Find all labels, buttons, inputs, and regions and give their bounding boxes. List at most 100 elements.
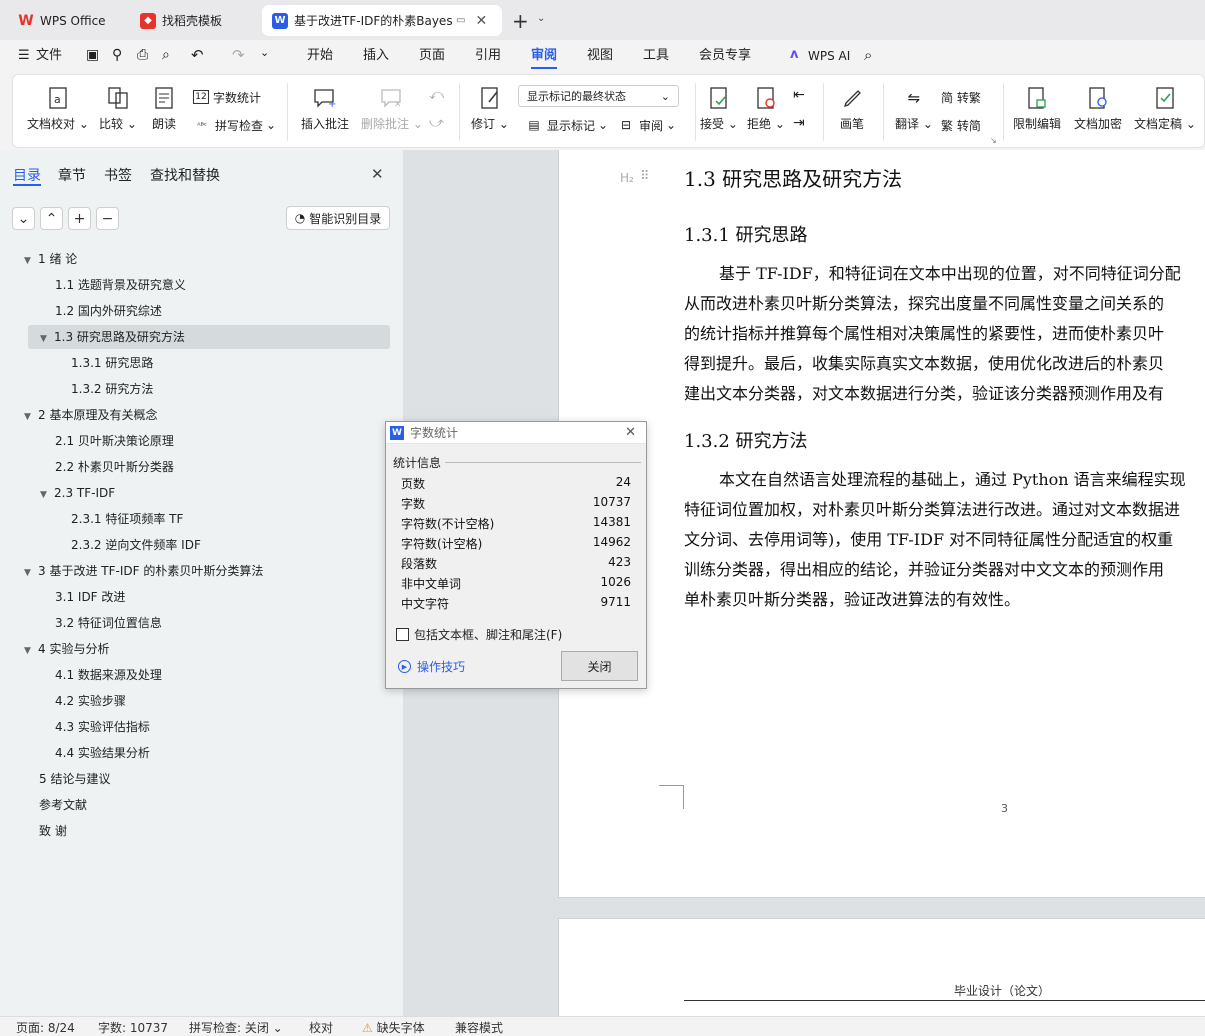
- menu-page[interactable]: 页面: [419, 40, 445, 72]
- toc-item[interactable]: ▼ 3 基于改进 TF-IDF 的朴素贝叶斯分类算法: [24, 559, 263, 583]
- toc-item[interactable]: 1.2 国内外研究综述: [55, 299, 162, 323]
- spell-check-button[interactable]: ᴬᴮᶜ 拼写检查 ⌄: [193, 115, 276, 135]
- toc-item[interactable]: 5 结论与建议: [39, 767, 110, 791]
- compare-button[interactable]: 比较 ⌄: [99, 85, 137, 132]
- menu-wps-ai[interactable]: WPS AI: [808, 40, 850, 72]
- include-textboxes-checkbox[interactable]: 包括文本框、脚注和尾注(F): [396, 626, 562, 643]
- markup-state-select[interactable]: 显示标记的最终状态 ⌄: [518, 85, 679, 107]
- collapse-button[interactable]: ⌄: [12, 207, 35, 230]
- toc-item[interactable]: 2.2 朴素贝叶斯分类器: [55, 455, 174, 479]
- spell-check-status[interactable]: 拼写检查: 关闭 ⌄: [189, 1019, 283, 1036]
- tab-template[interactable]: ◆ 找稻壳模板: [130, 5, 256, 36]
- word-count-label: 字数统计: [213, 90, 262, 105]
- smart-toc-button[interactable]: ◔ 智能识别目录: [286, 206, 390, 230]
- toc-item[interactable]: ▼ 4 实验与分析: [24, 637, 109, 661]
- redo-icon[interactable]: ↷: [232, 46, 245, 64]
- menu-references[interactable]: 引用: [475, 40, 501, 72]
- tab-list-chevron-icon[interactable]: ⌄: [537, 13, 545, 24]
- doc-proof-label: 文档校对: [27, 117, 76, 131]
- tab-wps-office[interactable]: W WPS Office: [8, 5, 124, 36]
- word-count-button[interactable]: 12 字数统计: [193, 87, 261, 107]
- word-count-status[interactable]: 字数: 10737: [98, 1019, 168, 1036]
- missing-font-status[interactable]: ⚠ 缺失字体: [362, 1019, 425, 1036]
- toc-item[interactable]: 1.1 选题背景及研究意义: [55, 273, 186, 297]
- print-icon[interactable]: ⎙: [137, 47, 148, 63]
- encrypt-button[interactable]: 文档加密: [1074, 85, 1122, 132]
- translate-button[interactable]: ⇋ 翻译 ⌄: [895, 85, 933, 132]
- quick-access-chevron-icon[interactable]: ⌄: [260, 46, 269, 59]
- to-simplified-button[interactable]: 繁 转简: [941, 115, 981, 135]
- tips-link[interactable]: ▶ 操作技巧: [398, 658, 465, 675]
- add-heading-button[interactable]: +: [68, 207, 91, 230]
- toc-item[interactable]: 2.3.1 特征项频率 TF: [71, 507, 183, 531]
- tab-toc[interactable]: 目录: [13, 165, 41, 185]
- accept-button[interactable]: 接受 ⌄: [700, 85, 738, 132]
- toc-item[interactable]: 4.3 实验评估指标: [55, 715, 150, 739]
- close-tab-icon[interactable]: ✕: [475, 13, 487, 29]
- document-page[interactable]: H₂ ⠿ 1.3 研究思路及研究方法 1.3.1 研究思路 基于 TF-IDF，…: [558, 150, 1205, 898]
- toc-item-active[interactable]: ▼ 1.3 研究思路及研究方法: [40, 325, 185, 349]
- toc-item[interactable]: ▼ 2 基本原理及有关概念: [24, 403, 157, 427]
- toc-item[interactable]: ▼ 2.3 TF-IDF: [40, 481, 115, 505]
- dialog-titlebar[interactable]: W 字数统计 ✕: [386, 422, 646, 444]
- toc-item[interactable]: 1.3.1 研究思路: [71, 351, 153, 375]
- to-traditional-button[interactable]: 简 转繁: [941, 87, 981, 107]
- review-pane-button[interactable]: ⊟ 审阅 ⌄: [617, 115, 676, 135]
- reject-button[interactable]: 拒绝 ⌄: [747, 85, 785, 132]
- menu-insert[interactable]: 插入: [363, 40, 389, 72]
- toc-item[interactable]: 致 谢: [39, 819, 67, 843]
- toc-item[interactable]: 3.1 IDF 改进: [55, 585, 125, 609]
- stat-label: 页数: [401, 477, 426, 491]
- new-tab-button[interactable]: +: [512, 9, 529, 33]
- checkbox-box[interactable]: [396, 628, 409, 641]
- next-document-page[interactable]: 毕业设计（论文）: [558, 918, 1205, 1016]
- toc-item[interactable]: 参考文献: [39, 793, 87, 817]
- menu-view[interactable]: 视图: [587, 40, 613, 72]
- menu-start[interactable]: 开始: [307, 40, 333, 72]
- prev-comment-icon[interactable]: ⤺: [429, 87, 444, 103]
- toc-item[interactable]: 1.3.2 研究方法: [71, 377, 153, 401]
- undo-icon[interactable]: ↶: [191, 46, 204, 64]
- toc-item[interactable]: 4.4 实验结果分析: [55, 741, 150, 765]
- next-change-icon[interactable]: ⇥: [793, 115, 805, 131]
- revise-button[interactable]: 修订 ⌄: [471, 85, 509, 132]
- page-indicator[interactable]: 页面: 8/24: [16, 1019, 75, 1036]
- close-button[interactable]: 关闭: [561, 651, 638, 681]
- read-aloud-button[interactable]: 朗读: [151, 85, 177, 132]
- close-icon[interactable]: ✕: [371, 165, 384, 183]
- menu-file[interactable]: 文件: [36, 40, 62, 72]
- restrict-edit-button[interactable]: 限制编辑: [1013, 85, 1061, 132]
- search-icon[interactable]: ⌕: [864, 46, 872, 64]
- expand-button[interactable]: ⌃: [40, 207, 63, 230]
- pen-button[interactable]: 画笔: [839, 85, 865, 132]
- next-comment-icon[interactable]: ⤻: [429, 115, 444, 131]
- finalize-button[interactable]: 文档定稿 ⌄: [1134, 85, 1196, 132]
- delete-comment-button[interactable]: ✕ 删除批注 ⌄: [361, 85, 423, 132]
- menu-member[interactable]: 会员专享: [699, 40, 751, 72]
- proof-status[interactable]: 校对: [309, 1019, 333, 1036]
- close-icon[interactable]: ✕: [625, 425, 636, 440]
- toc-item[interactable]: ▼ 1 绪 论: [24, 247, 77, 271]
- show-markup-button[interactable]: ▤ 显示标记 ⌄: [525, 115, 608, 135]
- save-icon[interactable]: ▣: [86, 47, 99, 63]
- doc-proof-button[interactable]: a 文档校对 ⌄: [27, 85, 89, 132]
- hamburger-icon[interactable]: ☰: [18, 48, 30, 63]
- tab-document[interactable]: W 基于改进TF-IDF的朴素Bayes... ▭ ✕: [262, 5, 502, 36]
- toc-item[interactable]: 2.3.2 逆向文件频率 IDF: [71, 533, 201, 557]
- tab-find-replace[interactable]: 查找和替换: [150, 165, 220, 185]
- toc-item[interactable]: 3.2 特征词位置信息: [55, 611, 162, 635]
- tab-chapters[interactable]: 章节: [58, 165, 86, 185]
- share-icon[interactable]: ⚲: [112, 47, 122, 63]
- heading-level-marker[interactable]: H₂: [620, 171, 634, 185]
- toc-item[interactable]: 4.1 数据来源及处理: [55, 663, 162, 687]
- dialog-launcher-icon[interactable]: ↘: [990, 136, 997, 145]
- print-preview-icon[interactable]: ⌕: [162, 47, 170, 63]
- remove-heading-button[interactable]: −: [96, 207, 119, 230]
- toc-item[interactable]: 4.2 实验步骤: [55, 689, 126, 713]
- drag-handle-icon[interactable]: ⠿: [640, 169, 650, 184]
- toc-item[interactable]: 2.1 贝叶斯决策论原理: [55, 429, 174, 453]
- tab-bookmarks[interactable]: 书签: [104, 165, 132, 185]
- menu-tools[interactable]: 工具: [643, 40, 669, 72]
- prev-change-icon[interactable]: ⇤: [793, 87, 805, 103]
- insert-comment-button[interactable]: + 插入批注: [301, 85, 349, 132]
